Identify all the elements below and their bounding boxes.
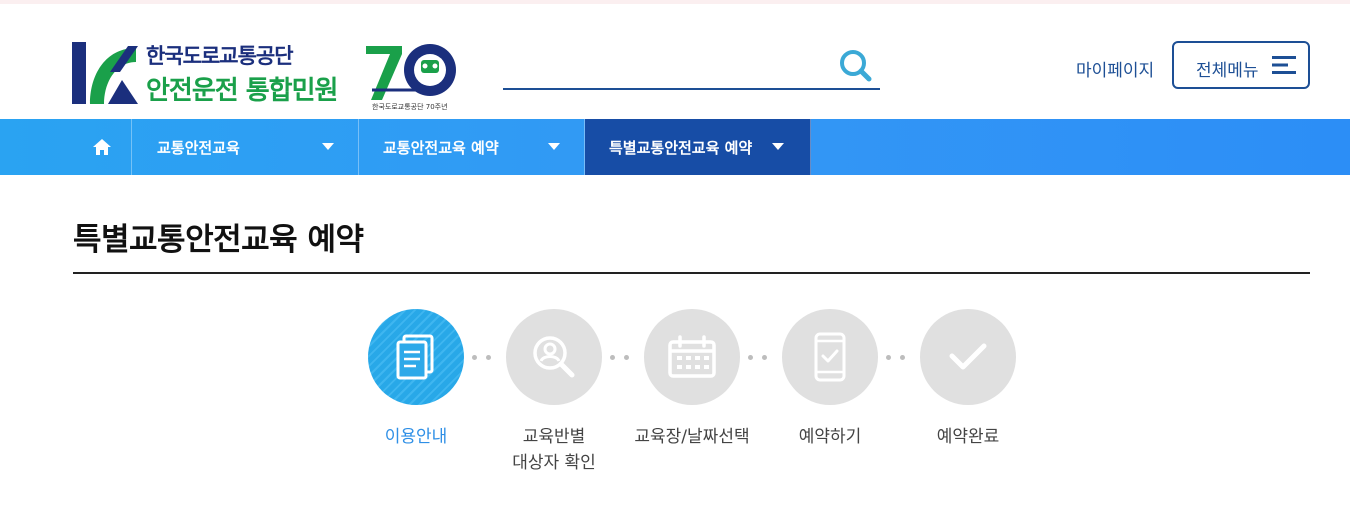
step-connector — [886, 355, 910, 361]
search-bar — [503, 44, 880, 90]
step-target-check[interactable] — [506, 309, 602, 405]
mobile-check-icon — [814, 332, 846, 382]
title-divider — [73, 272, 1310, 274]
page-title: 특별교통안전교육 예약 — [73, 222, 364, 258]
step-label-line: 교육반별 — [522, 427, 586, 447]
mypage-link[interactable]: 마이페이지 — [1076, 56, 1154, 81]
70th-anniversary-emblem: 한국도로교통공단 70주년 — [362, 40, 458, 112]
step-guide[interactable] — [368, 309, 464, 405]
caret-down-icon — [772, 143, 784, 150]
document-icon — [396, 334, 434, 380]
home-icon — [92, 139, 111, 155]
all-menu-label: 전체메뉴 — [1196, 61, 1259, 81]
step-label-target-check: 교육반별 대상자 확인 — [479, 424, 629, 476]
gnb-item-traffic-safety-education[interactable]: 교통안전교육 — [133, 119, 359, 175]
step-label-complete: 예약완료 — [893, 424, 1043, 450]
step-label-guide: 이용안내 — [341, 424, 491, 450]
main-navigation: 교통안전교육 교통안전교육 예약 특별교통안전교육 예약 — [0, 119, 1350, 175]
home-button[interactable] — [72, 119, 132, 175]
step-connector — [748, 355, 772, 361]
step-complete[interactable] — [920, 309, 1016, 405]
site-logo[interactable]: 한국도로교통공단 안전운전 통합민원 — [72, 40, 352, 106]
step-label-line: 교육장/날짜선택 — [634, 427, 750, 447]
site-header: 한국도로교통공단 안전운전 통합민원 한국도로교통공단 70주년 마이페이지 전… — [0, 4, 1350, 119]
checkmark-icon — [949, 343, 987, 370]
gnb-item-special-education-reservation[interactable]: 특별교통안전교육 예약 — [585, 119, 811, 175]
logo-service-name: 안전운전 통합민원 — [146, 76, 338, 106]
search-icon — [840, 50, 872, 82]
step-label-line: 이용안내 — [384, 427, 448, 447]
koroad-logo-icon — [72, 42, 138, 104]
calendar-icon — [668, 335, 716, 378]
step-label-line: 대상자 확인 — [512, 453, 596, 473]
step-reserve[interactable] — [782, 309, 878, 405]
step-label-venue-date: 교육장/날짜선택 — [617, 424, 767, 450]
step-label-line: 예약완료 — [936, 427, 1000, 447]
hamburger-menu-icon — [1272, 56, 1296, 74]
step-connector — [610, 355, 634, 361]
step-label-line: 예약하기 — [798, 427, 862, 447]
gnb-item-label: 교통안전교육 예약 — [383, 139, 499, 157]
gnb-item-label: 특별교통안전교육 예약 — [609, 139, 753, 157]
anniversary-70-icon — [366, 44, 456, 100]
logo-org-name: 한국도로교통공단 — [146, 44, 294, 68]
gnb-item-label: 교통안전교육 — [157, 139, 240, 157]
step-label-reserve: 예약하기 — [755, 424, 905, 450]
search-button[interactable] — [836, 46, 876, 86]
user-search-icon — [533, 336, 575, 378]
step-connector — [472, 355, 496, 361]
step-venue-date[interactable] — [644, 309, 740, 405]
caret-down-icon — [322, 143, 334, 150]
anniversary-caption: 한국도로교통공단 70주년 — [372, 103, 448, 111]
caret-down-icon — [548, 143, 560, 150]
search-input[interactable] — [503, 44, 833, 88]
gnb-item-education-reservation[interactable]: 교통안전교육 예약 — [359, 119, 585, 175]
all-menu-button[interactable]: 전체메뉴 — [1172, 41, 1310, 89]
